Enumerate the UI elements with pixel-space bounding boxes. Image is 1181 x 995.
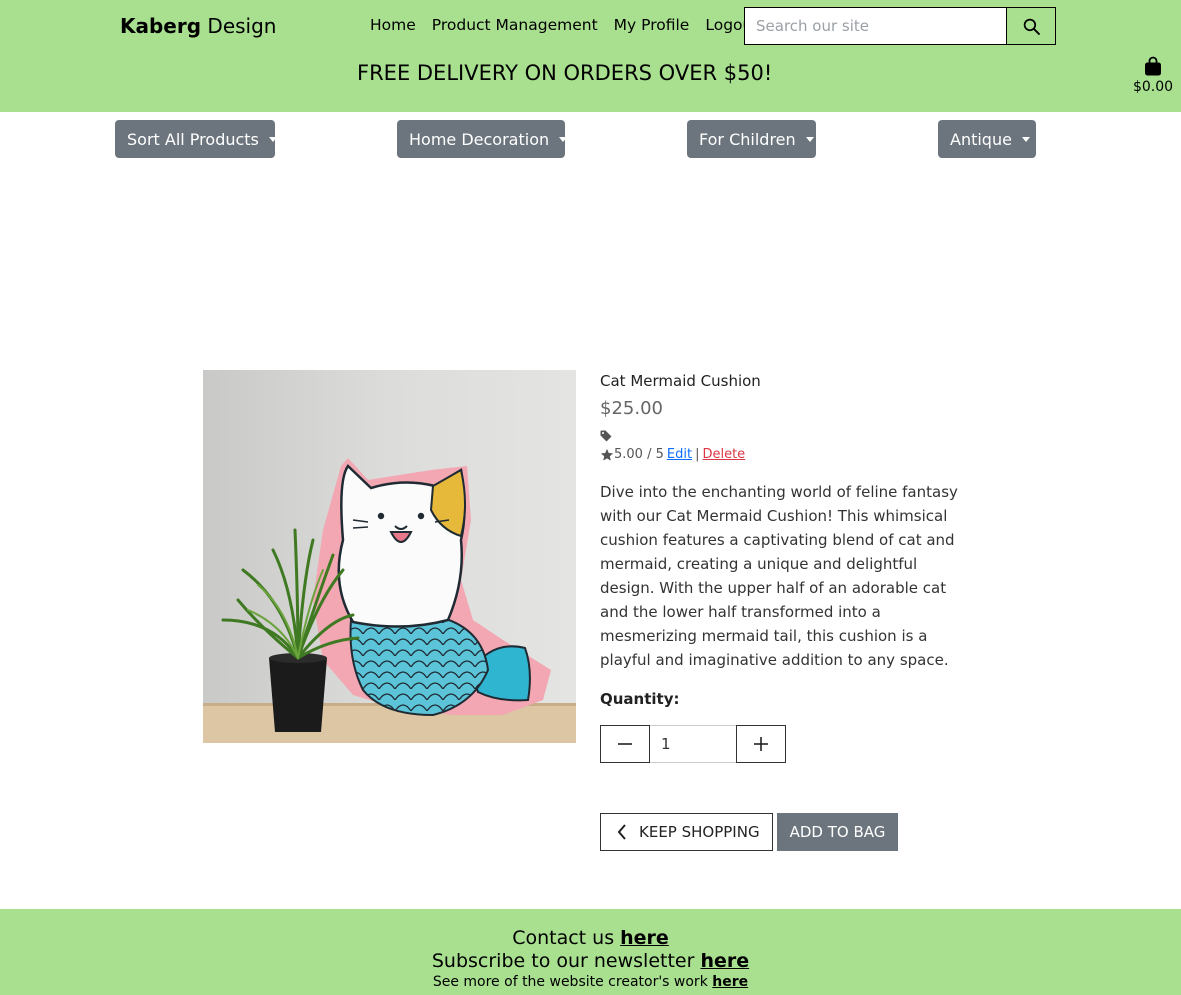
- contact-link[interactable]: here: [620, 927, 669, 949]
- keep-shopping-label: KEEP SHOPPING: [639, 823, 760, 841]
- newsletter-text: Subscribe to our newsletter: [431, 950, 695, 972]
- increment-quantity-button[interactable]: [736, 725, 786, 763]
- shopping-bag-icon: [1145, 56, 1161, 76]
- main-nav: Home Product Management My Profile Logou…: [362, 16, 766, 34]
- category-tag: [600, 427, 975, 442]
- dropdown-label: Sort All Products: [127, 129, 259, 149]
- newsletter-line: Subscribe to our newsletter here: [0, 950, 1181, 972]
- nav-my-profile[interactable]: My Profile: [614, 16, 690, 34]
- dropdown-label: For Children: [699, 129, 796, 149]
- creator-link[interactable]: here: [712, 974, 748, 990]
- product-description: Dive into the enchanting world of feline…: [600, 483, 958, 669]
- link-separator: |: [695, 447, 700, 462]
- product-image: [203, 370, 576, 743]
- caret-down-icon: [268, 136, 277, 142]
- product-price: $25.00: [600, 398, 663, 419]
- creator-text: See more of the website creator's work: [432, 974, 708, 990]
- product-name: Cat Mermaid Cushion: [600, 372, 761, 390]
- free-delivery-banner: FREE DELIVERY ON ORDERS OVER $50!: [357, 61, 773, 85]
- delete-product-link[interactable]: Delete: [702, 447, 745, 462]
- search-button[interactable]: [1006, 7, 1056, 45]
- caret-down-icon: [1021, 136, 1030, 142]
- footer: Contact us here Subscribe to our newslet…: [0, 909, 1181, 995]
- minus-icon: [618, 743, 632, 745]
- star-icon: [600, 448, 614, 461]
- home-decoration-dropdown[interactable]: Home Decoration: [397, 120, 568, 158]
- edit-product-link[interactable]: Edit: [667, 447, 692, 462]
- nav-home[interactable]: Home: [370, 16, 416, 34]
- plus-icon: [754, 737, 768, 751]
- quantity-label: Quantity:: [600, 690, 680, 708]
- search-icon: [1023, 18, 1040, 35]
- creator-line: See more of the website creator's work h…: [0, 974, 1181, 990]
- sort-all-products-dropdown[interactable]: Sort All Products: [115, 120, 277, 158]
- brand-rest: Design: [207, 14, 277, 38]
- product-actions: KEEP SHOPPING ADD TO BAG: [600, 813, 975, 851]
- bag-total: $0.00: [1132, 79, 1174, 95]
- newsletter-link[interactable]: here: [700, 950, 749, 972]
- product-rating: 5.00 / 5 Edit | Delete: [600, 447, 975, 462]
- dropdown-label: Antique: [950, 129, 1012, 149]
- shopping-bag[interactable]: $0.00: [1130, 56, 1176, 95]
- tag-icon: [600, 430, 612, 442]
- chevron-left-icon: [617, 824, 626, 840]
- contact-text: Contact us: [512, 927, 615, 949]
- brand-bold: Kaberg: [120, 14, 202, 38]
- contact-line: Contact us here: [0, 927, 1181, 949]
- header: Kaberg Design Home Product Management My…: [0, 0, 1181, 112]
- dropdown-label: Home Decoration: [409, 129, 550, 149]
- search-form: [744, 7, 1056, 45]
- quantity-stepper: [600, 725, 975, 763]
- product-details: Cat Mermaid Cushion $25.00 5.00 / 5 Edit…: [600, 372, 975, 851]
- search-input[interactable]: [744, 7, 1006, 45]
- add-to-bag-label: ADD TO BAG: [789, 823, 886, 841]
- antique-dropdown[interactable]: Antique: [938, 120, 1036, 158]
- quantity-input[interactable]: [650, 725, 736, 763]
- add-to-bag-button[interactable]: ADD TO BAG: [776, 813, 899, 851]
- for-children-dropdown[interactable]: For Children: [687, 120, 816, 158]
- caret-down-icon: [559, 136, 568, 142]
- rating-value: 5.00 / 5: [614, 447, 664, 462]
- keep-shopping-button[interactable]: KEEP SHOPPING: [600, 813, 773, 851]
- decrement-quantity-button[interactable]: [600, 725, 650, 763]
- caret-down-icon: [805, 136, 814, 142]
- brand-logo[interactable]: Kaberg Design: [120, 14, 276, 38]
- nav-product-management[interactable]: Product Management: [432, 16, 598, 34]
